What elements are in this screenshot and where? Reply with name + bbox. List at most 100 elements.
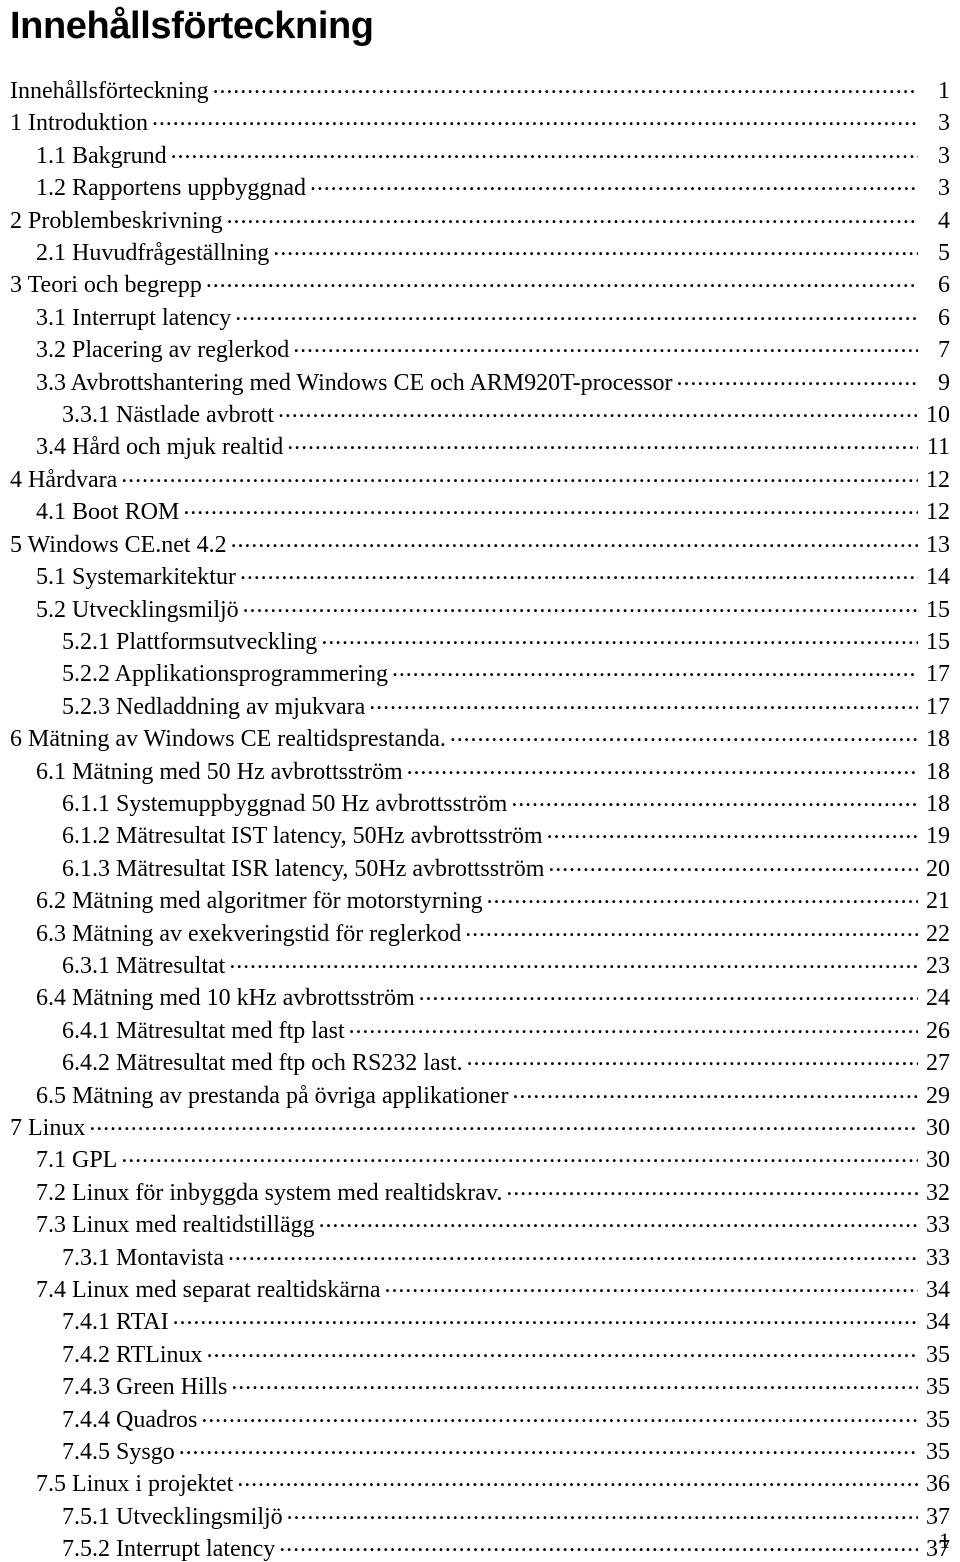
toc-entry[interactable]: 7.5 Linux i projektet 36 [10, 1467, 950, 1499]
toc-entry[interactable]: 6.5 Mätning av prestanda på övriga appli… [10, 1079, 950, 1111]
toc-entry[interactable]: 3.3 Avbrottshantering med Windows CE och… [10, 366, 950, 398]
toc-dot-leader [506, 1176, 918, 1200]
toc-dot-leader [121, 1143, 918, 1167]
toc-entry-page-number: 18 [926, 726, 950, 753]
toc-entry[interactable]: 3.4 Hård och mjuk realtid 11 [10, 430, 950, 462]
toc-entry-label: 7.4.1 RTAI [62, 1309, 169, 1336]
toc-entry[interactable]: Innehållsförteckning 1 [10, 74, 950, 106]
toc-entry-label: 7.1 GPL [36, 1147, 118, 1174]
toc-entry[interactable]: 7.4.5 Sysgo 35 [10, 1435, 950, 1467]
toc-entry[interactable]: 7.4 Linux med separat realtidskärna 34 [10, 1273, 950, 1305]
toc-entry-label: 5 Windows CE.net 4.2 [10, 531, 227, 558]
toc-entry[interactable]: 5.2.2 Applikationsprogrammering 17 [10, 657, 950, 689]
toc-entry-page-number: 35 [926, 1341, 950, 1368]
toc-entry-page-number: 3 [938, 175, 950, 202]
toc-entry-label: 7.3 Linux med realtidstillägg [36, 1212, 315, 1239]
toc-entry[interactable]: 1 Introduktion 3 [10, 106, 950, 138]
toc-entry-page-number: 23 [926, 952, 950, 979]
toc-entry-label: 3.4 Hård och mjuk realtid [36, 434, 284, 461]
toc-entry-label: 5.2.2 Applikationsprogrammering [62, 661, 388, 688]
toc-entry[interactable]: 6.2 Mätning med algoritmer för motorstyr… [10, 884, 950, 916]
toc-entry-page-number: 12 [926, 499, 950, 526]
toc-entry-page-number: 33 [926, 1212, 950, 1239]
toc-dot-leader [548, 852, 918, 876]
toc-entry[interactable]: 7.3 Linux med realtidstillägg 33 [10, 1208, 950, 1240]
toc-dot-leader [179, 1435, 918, 1459]
toc-entry[interactable]: 5.2.1 Plattformsutveckling 15 [10, 625, 950, 657]
toc-entry[interactable]: 7.4.3 Green Hills 35 [10, 1370, 950, 1402]
toc-dot-leader [273, 236, 918, 260]
toc-entry[interactable]: 3 Teori och begrepp 6 [10, 268, 950, 300]
toc-entry[interactable]: 7.5.2 Interrupt latency37 [10, 1532, 950, 1562]
toc-entry-label: 7.4.5 Sysgo [62, 1439, 175, 1466]
toc-dot-leader [240, 560, 918, 584]
toc-entry-page-number: 6 [938, 272, 950, 299]
toc-entry[interactable]: 6.3.1 Mätresultat 23 [10, 949, 950, 981]
toc-dot-leader [173, 1305, 918, 1329]
toc-entry[interactable]: 7.4.4 Quadros 35 [10, 1403, 950, 1435]
toc-entry[interactable]: 1.1 Bakgrund 3 [10, 139, 950, 171]
toc-entry[interactable]: 5 Windows CE.net 4.2 13 [10, 528, 950, 560]
toc-entry[interactable]: 7.5.1 Utvecklingsmiljö37 [10, 1500, 950, 1532]
toc-entry[interactable]: 2 Problembeskrivning 4 [10, 204, 950, 236]
toc-dot-leader [231, 1370, 918, 1394]
toc-entry-label: 7.4.4 Quadros [62, 1406, 198, 1433]
toc-entry[interactable]: 7 Linux 30 [10, 1111, 950, 1143]
toc-entry-label: 7.4.2 RTLinux [62, 1341, 203, 1368]
toc-entry-label: 5.1 Systemarkitektur [36, 564, 236, 591]
toc-entry-label: 3.3.1 Nästlade avbrott [62, 402, 274, 429]
toc-entry[interactable]: 7.2 Linux för inbyggda system med realti… [10, 1176, 950, 1208]
toc-entry-page-number: 34 [926, 1309, 950, 1336]
toc-dot-leader [465, 917, 918, 941]
toc-entry-page-number: 24 [926, 985, 950, 1012]
toc-entry[interactable]: 4.1 Boot ROM 12 [10, 495, 950, 527]
toc-entry[interactable]: 3.1 Interrupt latency 6 [10, 301, 950, 333]
toc-dot-leader [310, 171, 918, 195]
toc-entry[interactable]: 5.2 Utvecklingsmiljö 15 [10, 593, 950, 625]
toc-entry[interactable]: 7.4.2 RTLinux 35 [10, 1338, 950, 1370]
toc-dot-leader [407, 755, 918, 779]
toc-entry-page-number: 18 [926, 758, 950, 785]
toc-dot-leader [287, 430, 918, 454]
toc-entry-label: Innehållsförteckning [10, 78, 209, 104]
toc-dot-leader [321, 625, 918, 649]
toc-dot-leader [152, 106, 918, 130]
toc-dot-leader [227, 204, 918, 228]
toc-entry-label: 6.1.2 Mätresultat IST latency, 50Hz avbr… [62, 823, 543, 850]
toc-entry[interactable]: 6.3 Mätning av exekveringstid för regler… [10, 917, 950, 949]
toc-entry[interactable]: 6.1.1 Systemuppbyggnad 50 Hz avbrottsstr… [10, 787, 950, 819]
toc-entry-label: 1 Introduktion [10, 110, 148, 137]
toc-entry[interactable]: 4 Hårdvara 12 [10, 463, 950, 495]
toc-entry-page-number: 6 [938, 304, 950, 331]
toc-entry-label: 7.2 Linux för inbyggda system med realti… [36, 1179, 503, 1206]
toc-dot-leader [206, 268, 918, 292]
toc-entry[interactable]: 7.1 GPL 30 [10, 1143, 950, 1175]
toc-entry[interactable]: 2.1 Huvudfrågeställning 5 [10, 236, 950, 268]
toc-entry[interactable]: 3.3.1 Nästlade avbrott 10 [10, 398, 950, 430]
document-page: Innehållsförteckning Innehållsförtecknin… [0, 0, 960, 1562]
toc-entry[interactable]: 6 Mätning av Windows CE realtidsprestand… [10, 722, 950, 754]
toc-entry[interactable]: 6.1 Mätning med 50 Hz avbrottsström 18 [10, 755, 950, 787]
toc-dot-leader [279, 1532, 918, 1556]
toc-entry[interactable]: 5.1 Systemarkitektur 14 [10, 560, 950, 592]
toc-entry[interactable]: 7.4.1 RTAI 34 [10, 1305, 950, 1337]
toc-entry-label: 7.4 Linux med separat realtidskärna [36, 1277, 381, 1304]
toc-entry-label: 6.1.3 Mätresultat ISR latency, 50Hz avbr… [62, 855, 545, 882]
toc-dot-leader [243, 593, 918, 617]
toc-dot-leader [392, 657, 918, 681]
toc-entry[interactable]: 6.4.1 Mätresultat med ftp last 26 [10, 1014, 950, 1046]
toc-entry[interactable]: 6.4 Mätning med 10 kHz avbrottsström 24 [10, 981, 950, 1013]
toc-entry-page-number: 22 [926, 920, 950, 947]
toc-entry-label: 1.1 Bakgrund [36, 142, 167, 169]
toc-entry[interactable]: 6.4.2 Mätresultat med ftp och RS232 last… [10, 1046, 950, 1078]
toc-entry[interactable]: 7.3.1 Montavista 33 [10, 1241, 950, 1273]
toc-entry[interactable]: 6.1.3 Mätresultat ISR latency, 50Hz avbr… [10, 852, 950, 884]
toc-dot-leader [171, 139, 918, 163]
toc-entry[interactable]: 1.2 Rapportens uppbyggnad 3 [10, 171, 950, 203]
toc-entry[interactable]: 5.2.3 Nedladdning av mjukvara 17 [10, 690, 950, 722]
toc-entry[interactable]: 3.2 Placering av reglerkod 7 [10, 333, 950, 365]
toc-entry[interactable]: 6.1.2 Mätresultat IST latency, 50Hz avbr… [10, 819, 950, 851]
toc-entry-label: 4.1 Boot ROM [36, 499, 180, 526]
toc-entry-page-number: 14 [926, 564, 950, 591]
toc-entry-label: 7.4.3 Green Hills [62, 1374, 228, 1401]
